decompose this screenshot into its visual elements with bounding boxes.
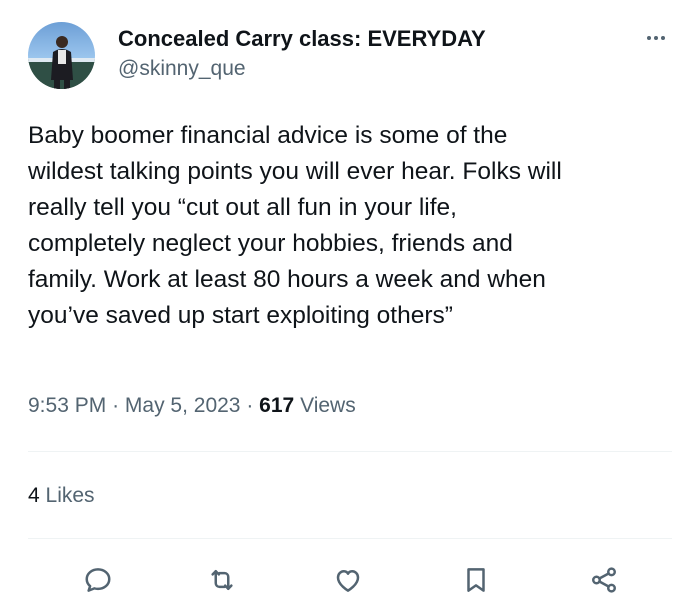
likes-stat[interactable]: 4 Likes xyxy=(28,484,95,508)
retweet-icon xyxy=(211,570,233,590)
action-bar xyxy=(0,560,700,600)
dot-icon xyxy=(661,36,665,40)
separator: · xyxy=(246,394,254,417)
bookmark-button[interactable] xyxy=(456,560,496,600)
author-names: Concealed Carry class: EVERYDAY @skinny_… xyxy=(118,26,486,82)
tweet-header: Concealed Carry class: EVERYDAY @skinny_… xyxy=(28,22,678,92)
share-icon xyxy=(592,567,616,593)
user-handle[interactable]: @skinny_que xyxy=(118,56,486,82)
reply-icon xyxy=(85,568,111,592)
likes-count: 4 xyxy=(28,484,40,507)
divider xyxy=(28,451,672,452)
views-label: Views xyxy=(300,394,356,417)
like-button[interactable] xyxy=(328,560,368,600)
tweet-date[interactable]: May 5, 2023 xyxy=(125,394,241,417)
retweet-button[interactable] xyxy=(202,560,242,600)
avatar[interactable] xyxy=(28,22,95,89)
like-icon xyxy=(336,570,360,592)
dot-icon xyxy=(647,36,651,40)
display-name[interactable]: Concealed Carry class: EVERYDAY xyxy=(118,26,486,52)
share-button[interactable] xyxy=(584,560,624,600)
bookmark-icon xyxy=(467,568,485,592)
tweet-time[interactable]: 9:53 PM xyxy=(28,394,106,417)
dot-icon xyxy=(654,36,658,40)
reply-button[interactable] xyxy=(78,560,118,600)
tweet-metadata: 9:53 PM · May 5, 2023 · 617 Views xyxy=(28,394,356,418)
separator: · xyxy=(112,394,120,417)
divider xyxy=(28,538,672,539)
views-count: 617 xyxy=(259,394,295,417)
profile-photo xyxy=(28,36,95,89)
likes-label: Likes xyxy=(45,484,95,507)
more-options-icon[interactable] xyxy=(636,24,676,52)
tweet-text: Baby boomer financial advice is some of … xyxy=(28,122,562,329)
